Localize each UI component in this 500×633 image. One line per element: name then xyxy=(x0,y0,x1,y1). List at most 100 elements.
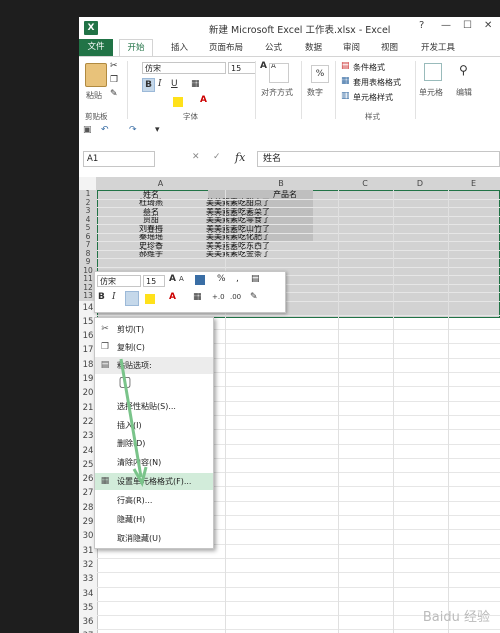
editing-label[interactable]: 编辑 xyxy=(456,87,472,98)
context-menu-item[interactable]: ▤ 粘贴选项: xyxy=(95,357,213,374)
tab-page-layout[interactable]: 页面布局 xyxy=(209,41,243,53)
font-size-box[interactable]: 15 xyxy=(228,62,256,74)
cell-b[interactable]: 美美素素吃甜点了 xyxy=(206,199,326,207)
context-menu-item[interactable]: 删除(D) xyxy=(95,435,213,452)
table-format-icon[interactable]: ▦ xyxy=(341,76,350,86)
tab-view[interactable]: 视图 xyxy=(381,41,398,53)
table-format-button[interactable]: 套用表格格式 xyxy=(353,77,401,88)
context-menu-item[interactable]: 取消隐藏(U) xyxy=(95,530,213,547)
cell-b[interactable]: 美美素素吃金条了 xyxy=(206,250,326,258)
insert-function-icon[interactable]: fx xyxy=(235,151,245,164)
borders-icon[interactable]: ▦ xyxy=(191,79,200,89)
number-label[interactable]: 数字 xyxy=(307,87,323,98)
mini-font-box[interactable]: 仿宋 xyxy=(97,275,141,287)
mini-decrease-decimal-icon[interactable]: .00 xyxy=(230,293,241,301)
close-button[interactable]: ✕ xyxy=(484,20,492,31)
formula-input[interactable]: 姓名 xyxy=(257,151,500,167)
customize-qat-icon[interactable]: ▾ xyxy=(155,125,160,135)
name-box[interactable]: A1 xyxy=(83,151,155,167)
mini-percent-icon[interactable]: % xyxy=(217,274,226,284)
font-color-icon[interactable]: A xyxy=(200,95,207,105)
context-menu-item[interactable]: 选择性粘贴(S)... xyxy=(95,398,213,415)
separator xyxy=(127,61,128,119)
context-menu-label: 行高(R)... xyxy=(117,496,153,505)
mini-number-format-icon[interactable] xyxy=(195,275,205,285)
cell-style-icon[interactable]: ▥ xyxy=(341,91,350,101)
conditional-format-button[interactable]: 条件格式 xyxy=(353,62,385,73)
separator xyxy=(255,61,256,119)
excel-logo-icon: X xyxy=(84,21,98,35)
cells-label[interactable]: 单元格 xyxy=(419,87,443,98)
cell-a[interactable]: 杜琦燕 xyxy=(111,199,191,207)
context-menu-item[interactable]: ✂ 剪切(T) xyxy=(95,321,213,338)
percent-icon[interactable]: % xyxy=(311,65,329,83)
tab-formulas[interactable]: 公式 xyxy=(265,41,282,53)
cell-b[interactable]: 美美素素吃化肥了 xyxy=(206,233,326,241)
mini-bold-button[interactable]: B xyxy=(98,292,105,302)
copy-icon[interactable]: ❐ xyxy=(110,75,118,85)
mini-size-box[interactable]: 15 xyxy=(143,275,165,287)
enter-icon[interactable]: ✓ xyxy=(213,152,221,162)
cell-a[interactable]: 秦瑶瑶 xyxy=(111,233,191,241)
cells-icon[interactable] xyxy=(424,63,442,81)
mini-italic-button[interactable]: I xyxy=(112,292,116,302)
align-icon[interactable] xyxy=(269,63,289,83)
row-gridline xyxy=(97,241,500,242)
context-menu-item[interactable]: 隐藏(H) xyxy=(95,511,213,528)
grow-font-icon[interactable]: A xyxy=(260,61,267,71)
mini-font-color-icon[interactable]: A xyxy=(169,292,176,302)
context-menu-item[interactable]: ❐ 复制(C) xyxy=(95,339,213,356)
underline-button[interactable]: U xyxy=(171,79,178,89)
context-menu-item[interactable]: 清除内容(N) xyxy=(95,454,213,471)
separator xyxy=(335,61,336,119)
tab-data[interactable]: 数据 xyxy=(305,41,322,53)
format-painter-icon[interactable]: ✎ xyxy=(110,89,118,99)
tab-developer[interactable]: 开发工具 xyxy=(421,41,455,53)
mini-center-button[interactable] xyxy=(125,291,139,306)
tab-file[interactable]: 文件 xyxy=(79,39,113,56)
cell-style-button[interactable]: 单元格样式 xyxy=(353,92,393,103)
cell-a[interactable]: 郝维宇 xyxy=(111,250,191,258)
help-button[interactable]: ? xyxy=(419,20,424,31)
mini-format-cells-icon[interactable]: ▤ xyxy=(251,274,260,284)
fill-color-icon[interactable] xyxy=(173,97,183,107)
paste-label[interactable]: 粘贴 xyxy=(86,90,102,101)
column-gridline xyxy=(448,190,449,633)
context-menu-item[interactable]: 行高(R)... xyxy=(95,492,213,509)
redo-icon[interactable]: ↷ xyxy=(129,125,137,135)
mini-format-painter-icon[interactable]: ✎ xyxy=(250,292,258,302)
mini-increase-decimal-icon[interactable]: +.0 xyxy=(212,293,225,301)
minimize-button[interactable]: — xyxy=(441,20,451,31)
cell-a[interactable]: 贾甜 xyxy=(111,216,191,224)
cell-b[interactable]: 美美素素吃零食了 xyxy=(206,216,326,224)
binoculars-icon[interactable]: ⚲ xyxy=(459,63,468,77)
italic-button[interactable]: I xyxy=(158,79,162,89)
separator xyxy=(301,61,302,119)
restore-button[interactable]: ☐ xyxy=(463,20,472,31)
mini-shrink-font-icon[interactable]: A xyxy=(179,275,184,283)
context-menu-item[interactable]: ▦ 设置单元格格式(F)... xyxy=(95,473,213,490)
undo-icon[interactable]: ↶ xyxy=(101,125,109,135)
cut-icon[interactable]: ✂ xyxy=(110,61,118,71)
row-gridline xyxy=(97,224,500,225)
mini-grow-font-icon[interactable]: A xyxy=(169,274,176,284)
font-group-label: 字体 xyxy=(183,112,198,121)
tab-home[interactable]: 开始 xyxy=(119,39,153,56)
row-gridline xyxy=(97,207,500,208)
mini-borders-icon[interactable]: ▦ xyxy=(193,292,202,302)
paste-option-item[interactable]: ▢ xyxy=(95,375,213,393)
save-icon[interactable]: ▣ xyxy=(83,125,92,135)
alignment-label[interactable]: 对齐方式 xyxy=(261,87,293,98)
tab-insert[interactable]: 插入 xyxy=(171,41,188,53)
row-gridline xyxy=(97,258,500,259)
cancel-icon[interactable]: ✕ xyxy=(192,152,200,162)
row-gridline xyxy=(97,232,500,234)
conditional-format-icon[interactable]: ▤ xyxy=(341,61,350,71)
context-menu-item[interactable]: 插入(I) xyxy=(95,417,213,434)
mini-fill-color-icon[interactable] xyxy=(145,294,155,304)
paste-icon[interactable] xyxy=(85,63,107,87)
font-name-box[interactable]: 仿宋 xyxy=(142,62,226,74)
tab-review[interactable]: 审阅 xyxy=(343,41,360,53)
bold-button[interactable]: B xyxy=(142,78,155,92)
mini-comma-icon[interactable]: , xyxy=(236,274,239,284)
